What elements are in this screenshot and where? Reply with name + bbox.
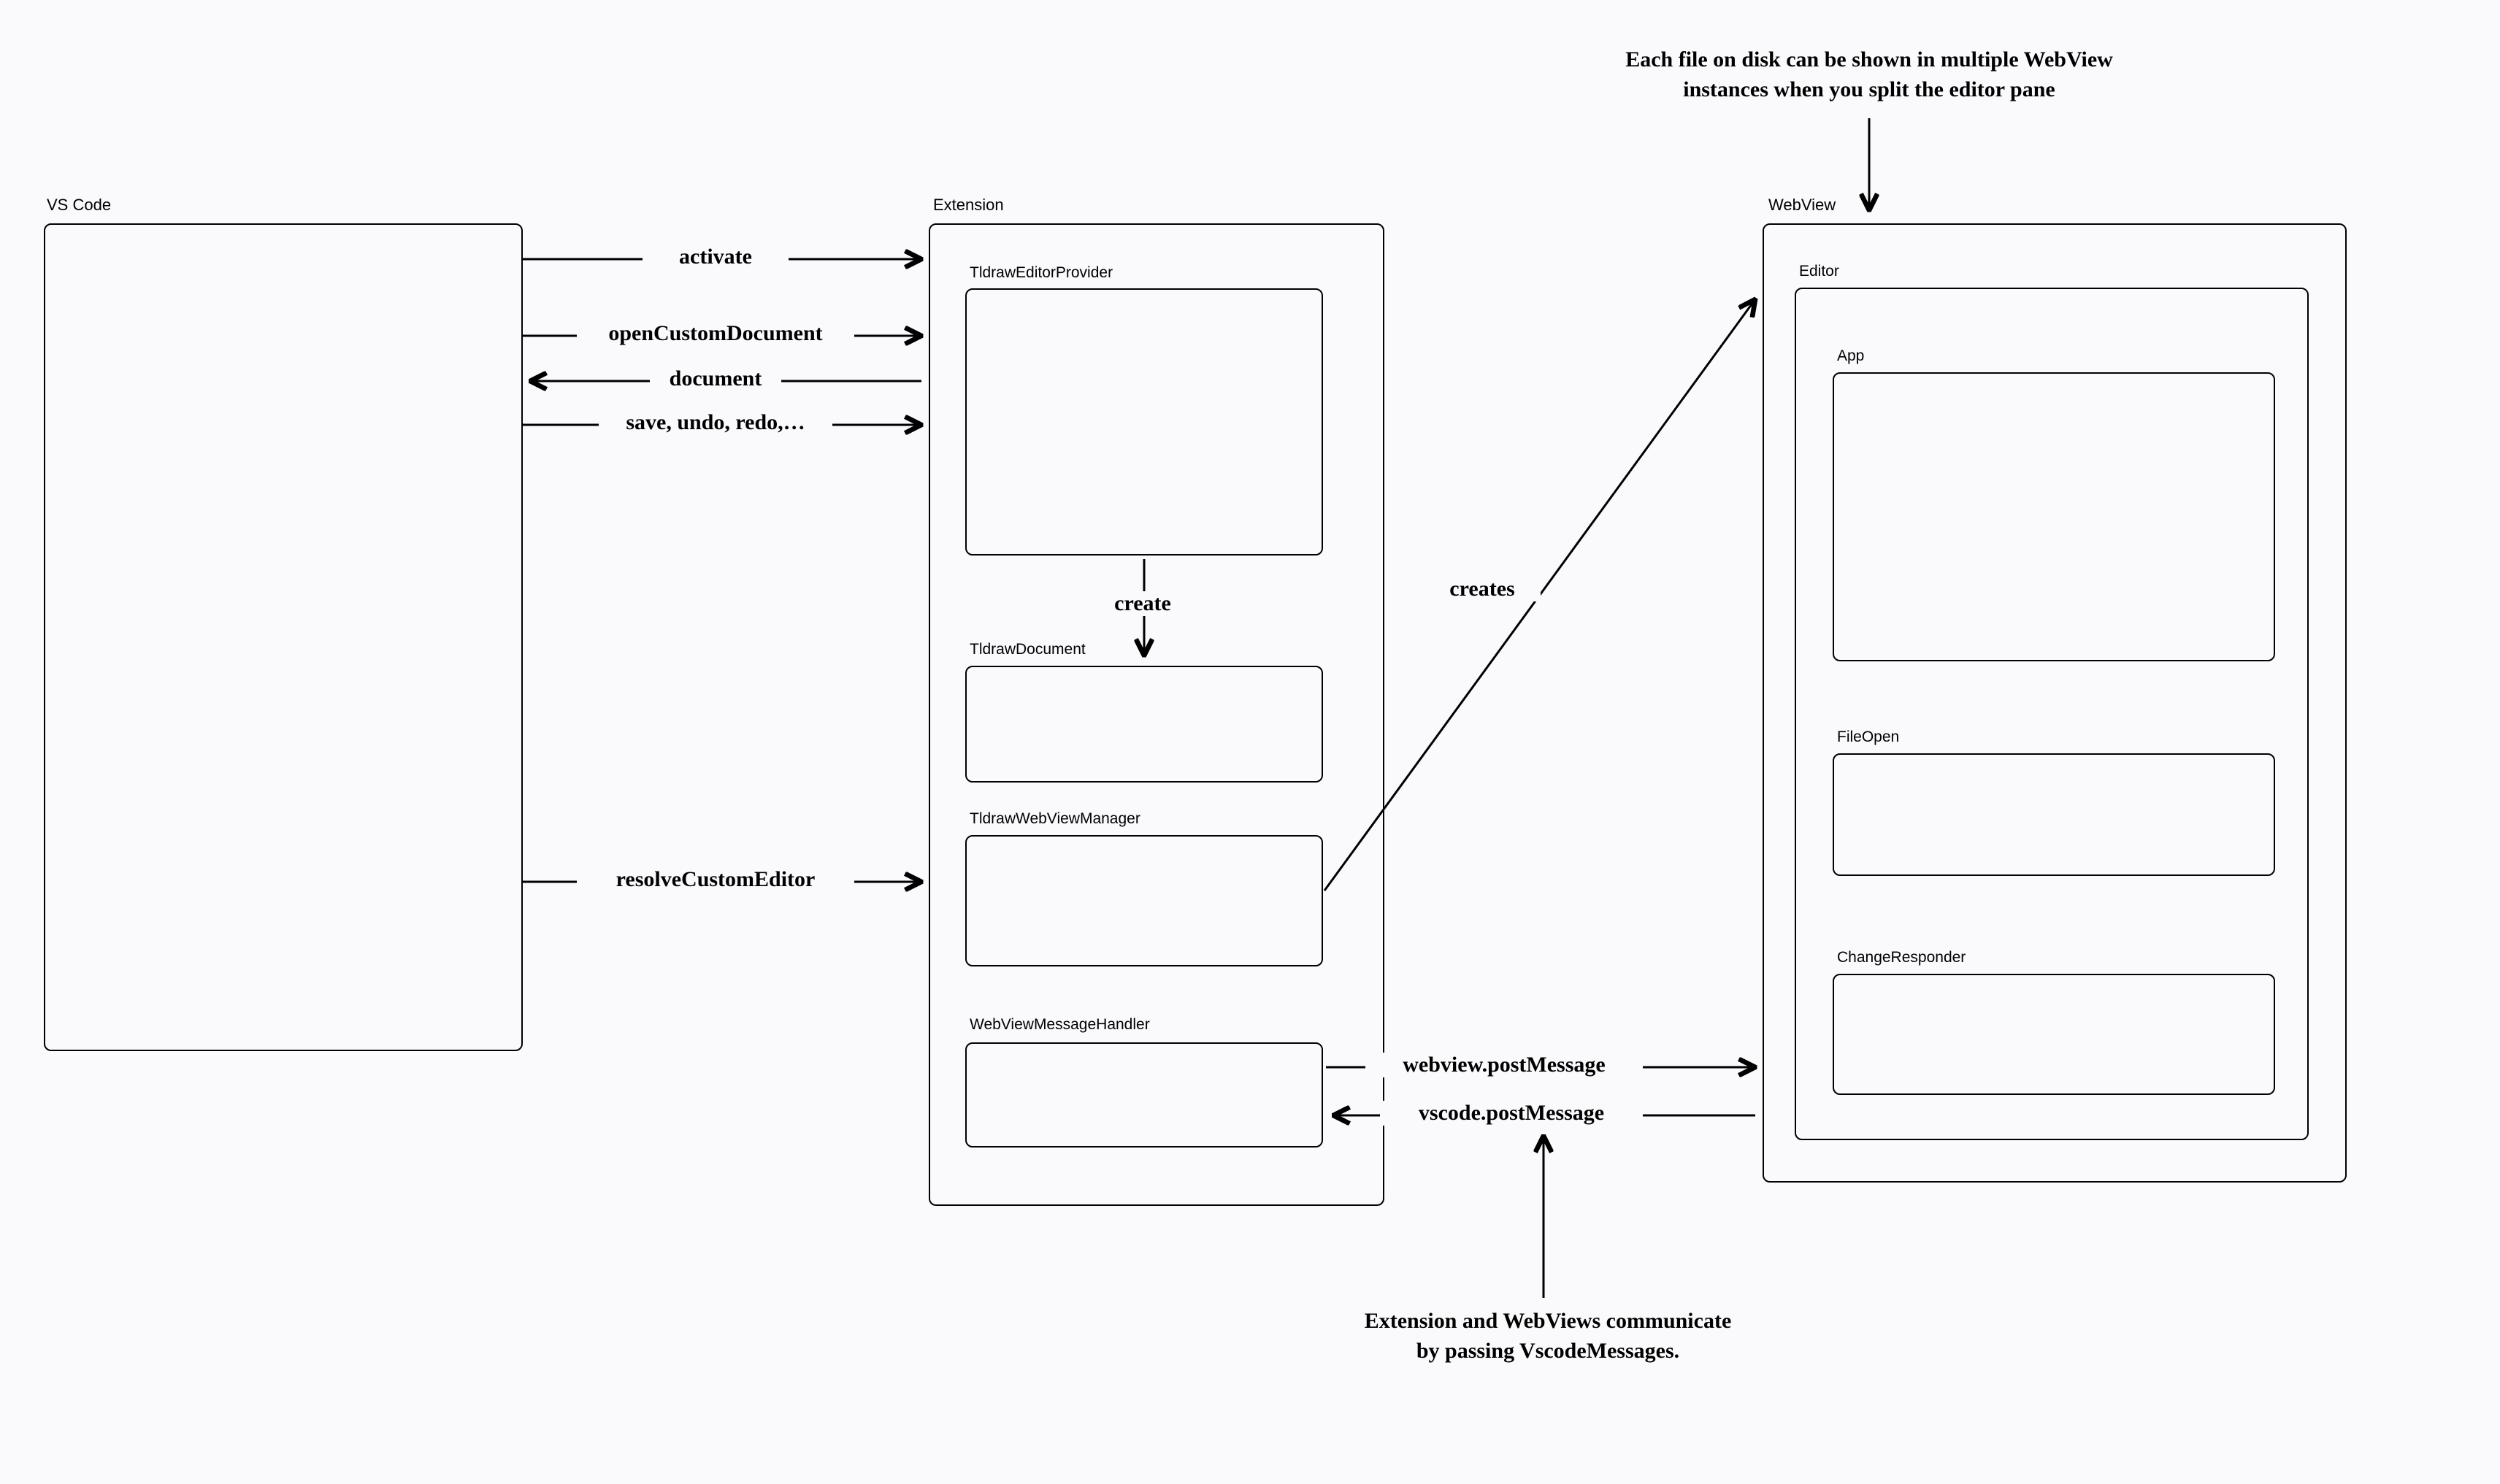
top-annotation: Each file on disk can be shown in multip… bbox=[1519, 45, 2220, 104]
provider-box bbox=[965, 288, 1323, 555]
message-handler-box bbox=[965, 1042, 1323, 1147]
bottom-annotation: Extension and WebViews communicate by pa… bbox=[1292, 1307, 1803, 1366]
document-box bbox=[965, 666, 1323, 783]
webview-manager-box bbox=[965, 835, 1323, 966]
edge-vscode-post: vscode.postMessage bbox=[1380, 1101, 1643, 1126]
changeresponder-label: ChangeResponder bbox=[1837, 949, 1966, 966]
changeresponder-box bbox=[1833, 974, 2275, 1095]
edge-resolve-custom-editor: resolveCustomEditor bbox=[577, 867, 854, 892]
webview-label: WebView bbox=[1768, 196, 1836, 215]
edge-save-undo-redo: save, undo, redo,… bbox=[599, 410, 832, 435]
edge-create: create bbox=[1088, 591, 1197, 616]
document-label: TldrawDocument bbox=[970, 641, 1086, 658]
app-box bbox=[1833, 372, 2275, 661]
editor-label: Editor bbox=[1799, 263, 1839, 280]
message-handler-label: WebViewMessageHandler bbox=[970, 1016, 1150, 1034]
edge-document: document bbox=[650, 366, 781, 391]
vscode-label: VS Code bbox=[47, 196, 111, 215]
extension-label: Extension bbox=[933, 196, 1004, 215]
app-label: App bbox=[1837, 347, 1864, 365]
fileopen-label: FileOpen bbox=[1837, 728, 1899, 746]
provider-label: TldrawEditorProvider bbox=[970, 264, 1113, 282]
edge-webview-post: webview.postMessage bbox=[1365, 1053, 1643, 1077]
edge-activate: activate bbox=[643, 245, 789, 269]
vscode-box bbox=[44, 223, 523, 1051]
webview-manager-label: TldrawWebViewManager bbox=[970, 810, 1140, 828]
edge-open-custom-document: openCustomDocument bbox=[577, 321, 854, 346]
edge-creates: creates bbox=[1424, 577, 1541, 601]
fileopen-box bbox=[1833, 753, 2275, 876]
